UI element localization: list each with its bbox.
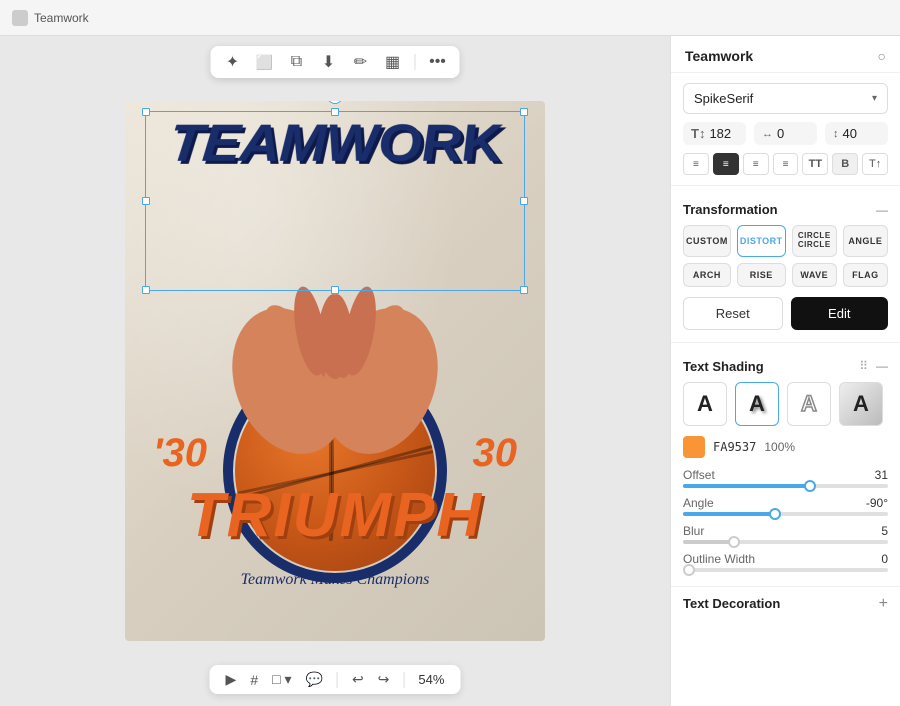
- transform-circle-button[interactable]: CIRCLECIRCLE: [792, 225, 837, 257]
- more-icon[interactable]: •••: [428, 52, 448, 72]
- font-name: SpikeSerif: [694, 91, 753, 106]
- transform-flag-button[interactable]: FLAG: [843, 263, 888, 287]
- play-tool[interactable]: ▶: [226, 671, 237, 688]
- angle-slider[interactable]: [683, 512, 888, 516]
- align-justify-button[interactable]: ≡: [773, 153, 799, 175]
- outline-slider[interactable]: [683, 568, 888, 572]
- shading-shadow-button[interactable]: A: [735, 382, 779, 426]
- angle-label: Angle: [683, 496, 714, 510]
- bottom-toolbar: ▶ # □ ▾ 💬 ↩ ↪ 54%: [210, 665, 461, 694]
- outline-value: 0: [881, 552, 888, 566]
- chevron-down-icon: ▾: [872, 93, 877, 104]
- color-opacity: 100%: [764, 440, 795, 454]
- align-left-button[interactable]: ≡: [683, 153, 709, 175]
- font-size-group[interactable]: T↕ 182: [683, 122, 746, 145]
- teamwork-heading: TEAMWORK: [166, 122, 503, 167]
- font-selector[interactable]: SpikeSerif ▾: [683, 83, 888, 114]
- offset-label: Offset: [683, 468, 715, 482]
- download-icon[interactable]: ⬇: [319, 52, 339, 72]
- blur-label: Blur: [683, 524, 704, 538]
- triumph-text: TRIUMPH: [187, 480, 483, 551]
- font-size-icon: T↕: [691, 126, 705, 141]
- transform-custom-button[interactable]: CUSTOM: [683, 225, 731, 257]
- offset-slider[interactable]: [683, 484, 888, 488]
- transform-angle-button[interactable]: ANGLE: [843, 225, 888, 257]
- blur-slider[interactable]: [683, 540, 888, 544]
- offset-value: 31: [875, 468, 888, 482]
- panel-menu-icon[interactable]: ○: [878, 48, 886, 64]
- edit-button[interactable]: Edit: [791, 297, 889, 330]
- shading-outline-button[interactable]: A: [787, 382, 831, 426]
- transformation-title: Transformation: [683, 202, 778, 217]
- grid-tool[interactable]: #: [250, 672, 258, 688]
- text-decoration-expand-button[interactable]: +: [879, 595, 888, 613]
- text-props: T↕ 182 ↔ 0 ↕ 40: [671, 122, 900, 153]
- line-height-value: 40: [843, 126, 857, 141]
- line-height-icon: ↕: [833, 128, 839, 140]
- font-size-value: 182: [709, 126, 731, 141]
- angle-value: -90°: [866, 496, 888, 510]
- app-title: Teamwork: [34, 11, 89, 25]
- transformation-section-header: Transformation —: [671, 196, 900, 225]
- color-row: FA9537 100%: [671, 436, 900, 468]
- letter-spacing-value: 0: [777, 126, 784, 141]
- brush-icon[interactable]: ✏: [351, 52, 371, 72]
- color-swatch[interactable]: [683, 436, 705, 458]
- text-decoration-title: Text Decoration: [683, 596, 780, 611]
- letter-spacing-icon: ↔: [762, 128, 773, 140]
- align-row: ≡ ≡ ≡ ≡ TT B T↑: [671, 153, 900, 185]
- redo-button[interactable]: ↪: [378, 671, 390, 688]
- letter-spacing-group[interactable]: ↔ 0: [754, 122, 817, 145]
- copy-icon[interactable]: ⧉: [287, 52, 307, 72]
- align-right-button[interactable]: ≡: [743, 153, 769, 175]
- top-toolbar: ✦ ⬜ ⧉ ⬇ ✏ ▦ •••: [211, 46, 460, 78]
- transform-rise-button[interactable]: RISE: [737, 263, 786, 287]
- reset-edit-row: Reset Edit: [671, 297, 900, 342]
- shading-types: A A A A: [671, 382, 900, 436]
- right-panel: Teamwork ○ SpikeSerif ▾ T↕ 182 ↔ 0 ↕ 40: [670, 36, 900, 706]
- canvas-area: ✦ ⬜ ⧉ ⬇ ✏ ▦ ••• TEAMWORK: [0, 36, 670, 706]
- text-decoration-header: Text Decoration +: [671, 586, 900, 621]
- reset-button[interactable]: Reset: [683, 297, 783, 330]
- transform-wave-button[interactable]: WAVE: [792, 263, 837, 287]
- blur-value: 5: [881, 524, 888, 538]
- grid-dots-icon[interactable]: ⠿: [859, 359, 868, 373]
- bold-button[interactable]: B: [832, 153, 858, 175]
- transform-distort-button[interactable]: DISTORT: [737, 225, 786, 257]
- zoom-level[interactable]: 54%: [418, 672, 444, 687]
- text-shading-header: Text Shading ⠿ —: [671, 353, 900, 382]
- poster-content: TEAMWORK: [125, 101, 545, 641]
- tagline-text: Teamwork Makes Champions: [241, 571, 430, 589]
- canvas-wrapper: TEAMWORK: [0, 36, 670, 706]
- text-shading-title: Text Shading: [683, 359, 764, 374]
- panel-title: Teamwork: [685, 48, 753, 64]
- undo-button[interactable]: ↩: [352, 671, 364, 688]
- transformation-collapse-icon[interactable]: —: [876, 203, 888, 217]
- image-icon[interactable]: ▦: [383, 52, 403, 72]
- align-center-button[interactable]: ≡: [713, 153, 739, 175]
- line-height-group[interactable]: ↕ 40: [825, 122, 888, 145]
- text-transform-tt-button[interactable]: TT: [802, 153, 828, 175]
- slider-section: Offset 31 Angle -90° Blur 5: [671, 468, 900, 586]
- shading-collapse-icon[interactable]: —: [876, 359, 888, 373]
- shading-gradient-button[interactable]: A: [839, 382, 883, 426]
- outline-label: Outline Width: [683, 552, 755, 566]
- rect-tool[interactable]: □ ▾: [272, 671, 291, 688]
- color-hex: FA9537: [713, 440, 756, 454]
- chat-tool[interactable]: 💬: [306, 671, 323, 688]
- transform-arch-button[interactable]: ARCH: [683, 263, 731, 287]
- canvas-card[interactable]: TEAMWORK: [125, 101, 545, 641]
- shading-solid-button[interactable]: A: [683, 382, 727, 426]
- frame-icon[interactable]: ⬜: [255, 52, 275, 72]
- sparkle-icon[interactable]: ✦: [223, 52, 243, 72]
- superscript-button[interactable]: T↑: [862, 153, 888, 175]
- transform-grid: CUSTOM DISTORT CIRCLECIRCLE ANGLE ARCH R…: [671, 225, 900, 297]
- panel-header: Teamwork ○: [671, 36, 900, 73]
